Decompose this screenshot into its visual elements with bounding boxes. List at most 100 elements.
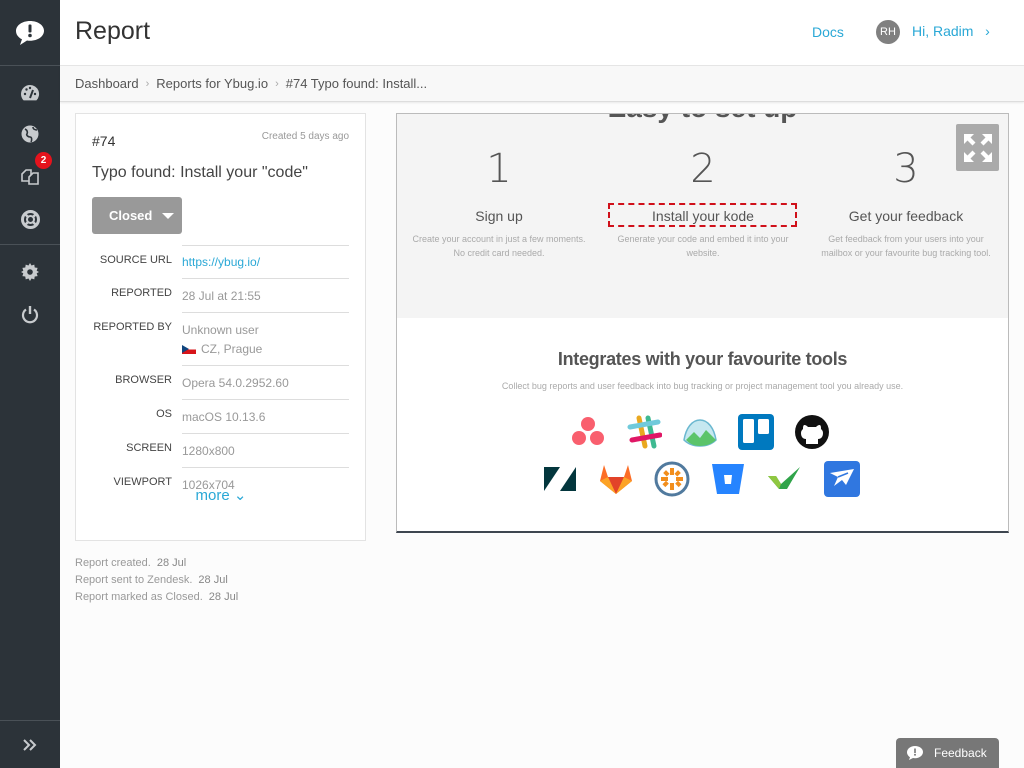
report-created: Created 5 days ago <box>261 131 349 142</box>
user-menu-link[interactable]: Hi, Radim › <box>912 23 990 39</box>
detail-row: REPORTED BY Unknown user CZ, Prague <box>76 312 366 365</box>
asana-icon <box>570 414 606 450</box>
greeting: Hi, Radim <box>912 23 974 39</box>
sidebar-item-dashboard[interactable] <box>0 75 60 111</box>
gear-icon <box>21 263 39 281</box>
copy-icon <box>21 169 39 185</box>
detail-value: macOS 10.13.6 <box>182 399 349 433</box>
integrations-subtitle: Collect bug reports and user feedback in… <box>501 381 904 391</box>
history-item: Report created. 28 Jul <box>75 555 238 572</box>
setup-section: Easy to set up 1 Sign up Create your acc… <box>397 114 1008 318</box>
feedback-label: Feedback <box>934 746 987 760</box>
top-bar: Report Docs RH Hi, Radim › <box>60 0 1024 66</box>
sidebar-item-help[interactable] <box>0 201 60 237</box>
avatar[interactable]: RH <box>876 20 900 44</box>
logo[interactable] <box>0 0 60 66</box>
basecamp-icon <box>682 414 718 450</box>
chevron-right-icon: › <box>985 23 990 39</box>
detail-label: SOURCE URL <box>99 254 172 266</box>
breadcrumb-reports[interactable]: Reports for Ybug.io <box>156 76 268 91</box>
lifebuoy-icon <box>20 209 40 229</box>
feedback-button[interactable]: Feedback <box>896 738 999 768</box>
detail-row: SOURCE URL https://ybug.io/ <box>76 245 366 278</box>
sidebar-expand-button[interactable] <box>0 720 60 768</box>
slack-icon <box>626 414 662 450</box>
bitbucket-icon <box>710 461 746 497</box>
history-date: 28 Jul <box>208 591 239 603</box>
detail-value: 28 Jul at 21:55 <box>182 278 349 312</box>
page-title: Report <box>75 17 151 45</box>
power-icon <box>21 305 39 323</box>
breadcrumb-separator-icon: › <box>145 77 150 90</box>
location-text: CZ, Prague <box>201 342 263 356</box>
source-url-link[interactable]: https://ybug.io/ <box>182 245 349 278</box>
history-text: Report created. <box>75 557 151 569</box>
sidebar-divider <box>0 244 60 245</box>
reports-badge: 2 <box>35 152 52 169</box>
reporter-location: CZ, Prague <box>182 340 349 359</box>
pivotal-tracker-icon <box>654 461 690 497</box>
docs-link[interactable]: Docs <box>812 24 844 40</box>
history-item: Report marked as Closed. 28 Jul <box>75 589 238 606</box>
expand-arrows-icon <box>963 133 992 162</box>
step-desc: Create your account in just a few moment… <box>412 234 586 258</box>
detail-row: REPORTED 28 Jul at 21:55 <box>76 278 366 312</box>
fullscreen-button[interactable] <box>956 124 999 171</box>
trello-icon <box>738 414 774 450</box>
breadcrumb-dashboard[interactable]: Dashboard <box>75 76 139 91</box>
history-text: Report marked as Closed. <box>75 591 203 603</box>
status-label: Closed <box>109 208 153 223</box>
history-date: 28 Jul <box>156 557 187 569</box>
sidebar-item-settings[interactable] <box>0 254 60 290</box>
sidebar: 2 <box>0 0 60 768</box>
report-card: #74 Created 5 days ago Typo found: Insta… <box>75 113 366 541</box>
screenshot-preview[interactable]: Easy to set up 1 Sign up Create your acc… <box>396 113 1009 533</box>
setup-heading: Easy to set up <box>397 114 1008 124</box>
wrike-icon <box>766 461 802 497</box>
reporter-name: Unknown user <box>182 323 259 337</box>
detail-label: BROWSER <box>115 374 172 386</box>
detail-label: SCREEN <box>126 442 172 454</box>
history-date: 28 Jul <box>198 574 228 586</box>
step-number: 1 <box>486 146 512 192</box>
sidebar-item-logout[interactable] <box>0 296 60 332</box>
step-title: Get your feedback <box>848 208 964 224</box>
highlighted-element <box>608 203 797 227</box>
globe-icon <box>21 125 39 143</box>
step-desc: Get feedback from your users into your m… <box>821 234 991 258</box>
detail-label: OS <box>156 408 172 420</box>
step-number: 2 <box>690 146 716 192</box>
detail-label: REPORTED BY <box>93 321 172 333</box>
report-title: Typo found: Install your "code" <box>92 164 308 181</box>
status-dropdown[interactable]: Closed <box>92 197 182 234</box>
report-id: #74 <box>92 133 116 149</box>
breadcrumb: Dashboard › Reports for Ybug.io › #74 Ty… <box>60 66 1024 102</box>
speech-bubble-icon <box>907 746 923 760</box>
report-history: Report created. 28 Jul Report sent to Zen… <box>75 555 238 606</box>
breadcrumb-separator-icon: › <box>275 77 279 90</box>
ybug-logo-icon <box>16 20 44 45</box>
sidebar-item-sites[interactable] <box>0 116 60 152</box>
github-icon <box>794 414 830 450</box>
detail-label: REPORTED <box>111 287 172 299</box>
history-item: Report sent to Zendesk. 28 Jul <box>75 572 238 589</box>
speedometer-icon <box>21 84 40 101</box>
integrations-title: Integrates with your favourite tools <box>557 349 848 369</box>
more-link[interactable]: more ⌄ <box>76 486 366 504</box>
report-details: SOURCE URL https://ybug.io/ REPORTED 28 … <box>76 245 366 501</box>
detail-value: Unknown user CZ, Prague <box>182 312 349 365</box>
caret-down-icon <box>162 212 175 219</box>
step-desc: Generate your code and embed it into you… <box>617 234 789 258</box>
double-chevron-right-icon <box>23 738 37 751</box>
breadcrumb-current: #74 Typo found: Install... <box>285 76 428 91</box>
detail-row: OS macOS 10.13.6 <box>76 399 366 433</box>
jira-service-desk-icon <box>824 461 860 497</box>
gitlab-icon <box>598 461 634 497</box>
detail-row: BROWSER Opera 54.0.2952.60 <box>76 365 366 399</box>
detail-row: SCREEN 1280x800 <box>76 433 366 467</box>
cz-flag-icon <box>182 345 196 355</box>
detail-value: Opera 54.0.2952.60 <box>182 365 349 399</box>
step-title: Sign up <box>475 208 523 224</box>
zendesk-icon <box>542 461 578 497</box>
sidebar-item-reports[interactable]: 2 <box>0 152 60 194</box>
